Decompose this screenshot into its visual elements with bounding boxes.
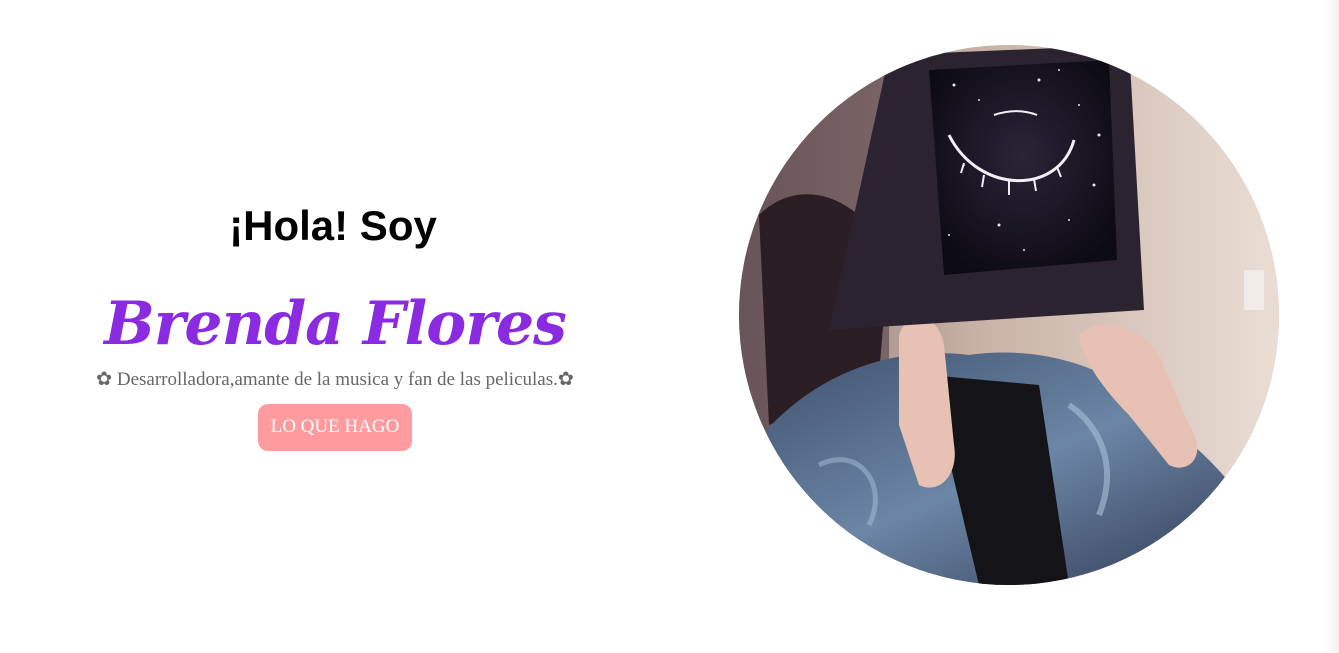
greeting-heading: ¡Hola! Soy <box>229 202 437 249</box>
scrollbar-edge <box>1325 0 1339 653</box>
profile-photo-illustration <box>739 45 1279 585</box>
hero-intro: ¡Hola! Soy Brenda Flores ✿ Desarrollador… <box>20 190 650 451</box>
tagline-text: ✿ Desarrolladora,amante de la musica y f… <box>96 369 574 390</box>
profile-photo <box>739 45 1279 585</box>
page: ¡Hola! Soy Brenda Flores ✿ Desarrollador… <box>0 0 1339 653</box>
name-heading: Brenda Flores <box>104 289 567 359</box>
lo-que-hago-button[interactable]: LO QUE HAGO <box>257 404 413 451</box>
